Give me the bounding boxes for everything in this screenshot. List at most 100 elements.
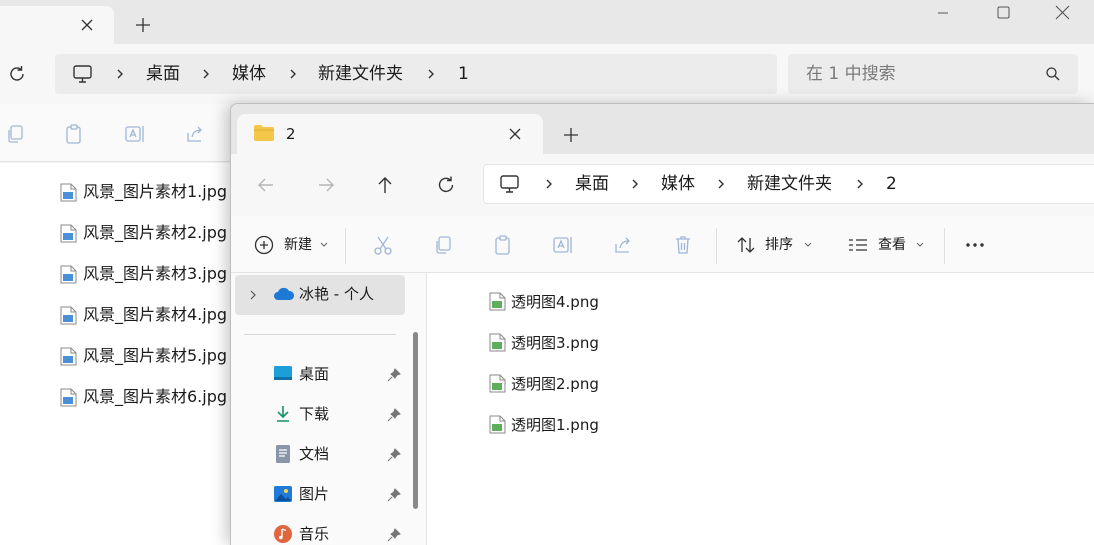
breadcrumb-media[interactable]: 媒体 xyxy=(232,64,266,84)
sidebar-item-label: 音乐 xyxy=(299,525,330,543)
paste-icon[interactable] xyxy=(492,234,514,256)
chevron-right-icon xyxy=(628,174,642,194)
pin-icon[interactable] xyxy=(387,408,401,422)
chevron-right-icon xyxy=(424,64,438,84)
sidebar-item-label: 图片 xyxy=(299,485,330,503)
new-tab-icon[interactable] xyxy=(132,14,154,36)
window-close-icon[interactable] xyxy=(1040,2,1086,24)
jpg-file-icon xyxy=(60,224,77,243)
desktop-icon xyxy=(273,364,293,384)
download-icon xyxy=(273,404,293,424)
cut-icon[interactable] xyxy=(372,234,394,256)
chevron-down-icon xyxy=(320,239,328,251)
sidebar-item-label: 下载 xyxy=(299,405,330,423)
file-name: 风景_图片素材4.jpg xyxy=(83,305,228,324)
chevron-right-icon[interactable] xyxy=(247,287,259,303)
refresh-icon[interactable] xyxy=(7,64,27,84)
toolbar-divider xyxy=(716,228,717,264)
chevron-right-icon xyxy=(113,64,127,84)
breadcrumb-desktop[interactable]: 桌面 xyxy=(575,174,609,194)
jpg-file-icon xyxy=(60,388,77,407)
this-pc-icon xyxy=(72,64,94,84)
png-file-icon xyxy=(489,374,506,393)
up-arrow-icon[interactable] xyxy=(374,174,396,196)
nav-scrollbar[interactable] xyxy=(413,332,418,509)
file-name: 风景_图片素材2.jpg xyxy=(83,223,228,242)
close-tab-icon[interactable] xyxy=(76,14,98,36)
onedrive-cloud-icon xyxy=(273,285,295,303)
back-arrow-icon[interactable] xyxy=(255,174,277,196)
pin-icon[interactable] xyxy=(387,448,401,462)
toolbar-divider xyxy=(944,228,945,264)
tab-title: 2 xyxy=(286,125,296,143)
toolbar-divider xyxy=(345,228,346,264)
breadcrumb-new-folder[interactable]: 新建文件夹 xyxy=(318,64,403,84)
file-name: 透明图1.png xyxy=(511,416,599,434)
breadcrumb-desktop[interactable]: 桌面 xyxy=(146,64,180,84)
rename-icon[interactable] xyxy=(552,234,574,256)
breadcrumb-current[interactable]: 2 xyxy=(886,174,897,194)
minimize-icon[interactable] xyxy=(920,2,966,24)
sort-button[interactable]: 排序 xyxy=(765,236,793,254)
rename-icon[interactable] xyxy=(124,123,146,145)
search-icon[interactable] xyxy=(1045,66,1061,82)
new-tab-icon[interactable] xyxy=(561,125,581,145)
folder-icon xyxy=(253,124,275,142)
new-plus-icon[interactable] xyxy=(253,234,275,256)
file-name: 风景_图片素材3.jpg xyxy=(83,264,228,283)
png-file-icon xyxy=(489,292,506,311)
forward-arrow-icon[interactable] xyxy=(315,174,337,196)
file-list xyxy=(428,273,1094,545)
png-file-icon xyxy=(489,415,506,434)
breadcrumb-current[interactable]: 1 xyxy=(458,64,469,84)
jpg-file-icon xyxy=(60,265,77,284)
front-window: 2 桌面 媒体 新建文件夹 2 新建 排序 查看 冰艳 - 个人 桌面 下载 文… xyxy=(230,103,1094,545)
nav-divider xyxy=(244,334,396,335)
sidebar-item-label: 冰艳 - 个人 xyxy=(299,285,374,303)
chevron-down-icon xyxy=(916,239,924,251)
chevron-down-icon xyxy=(804,239,812,251)
file-name: 风景_图片素材1.jpg xyxy=(83,182,228,201)
breadcrumb-media[interactable]: 媒体 xyxy=(661,174,695,194)
chevron-right-icon xyxy=(199,64,213,84)
search-placeholder: 在 1 中搜索 xyxy=(806,64,896,84)
copy-icon[interactable] xyxy=(4,123,26,145)
delete-icon[interactable] xyxy=(672,234,694,256)
file-name: 风景_图片素材5.jpg xyxy=(83,346,228,365)
pin-icon[interactable] xyxy=(387,528,401,542)
tab-2[interactable] xyxy=(237,114,543,154)
breadcrumb-new-folder[interactable]: 新建文件夹 xyxy=(747,174,832,194)
pin-icon[interactable] xyxy=(387,368,401,382)
close-tab-icon[interactable] xyxy=(505,124,525,144)
view-button[interactable]: 查看 xyxy=(878,236,906,254)
new-button[interactable]: 新建 xyxy=(284,236,312,254)
paste-icon[interactable] xyxy=(63,123,85,145)
file-name: 风景_图片素材6.jpg xyxy=(83,387,228,406)
more-options-icon[interactable] xyxy=(964,234,986,256)
jpg-file-icon xyxy=(60,183,77,202)
sort-icon[interactable] xyxy=(735,234,757,256)
pictures-icon xyxy=(273,484,293,504)
sidebar-item-label: 文档 xyxy=(299,445,330,463)
png-file-icon xyxy=(489,333,506,352)
file-name: 透明图4.png xyxy=(511,293,599,311)
this-pc-icon xyxy=(499,174,521,194)
music-icon xyxy=(273,524,293,544)
maximize-icon[interactable] xyxy=(980,2,1026,24)
file-name: 透明图3.png xyxy=(511,334,599,352)
file-name: 透明图2.png xyxy=(511,375,599,393)
pin-icon[interactable] xyxy=(387,488,401,502)
refresh-icon[interactable] xyxy=(435,174,457,196)
chevron-right-icon xyxy=(714,174,728,194)
chevron-right-icon xyxy=(542,174,556,194)
jpg-file-icon xyxy=(60,306,77,325)
share-icon[interactable] xyxy=(184,123,206,145)
view-icon[interactable] xyxy=(847,234,869,256)
sidebar-item-label: 桌面 xyxy=(299,365,330,383)
documents-icon xyxy=(273,444,293,464)
copy-icon[interactable] xyxy=(432,234,454,256)
chevron-right-icon xyxy=(853,174,867,194)
share-icon[interactable] xyxy=(612,234,634,256)
jpg-file-icon xyxy=(60,347,77,366)
chevron-right-icon xyxy=(286,64,300,84)
